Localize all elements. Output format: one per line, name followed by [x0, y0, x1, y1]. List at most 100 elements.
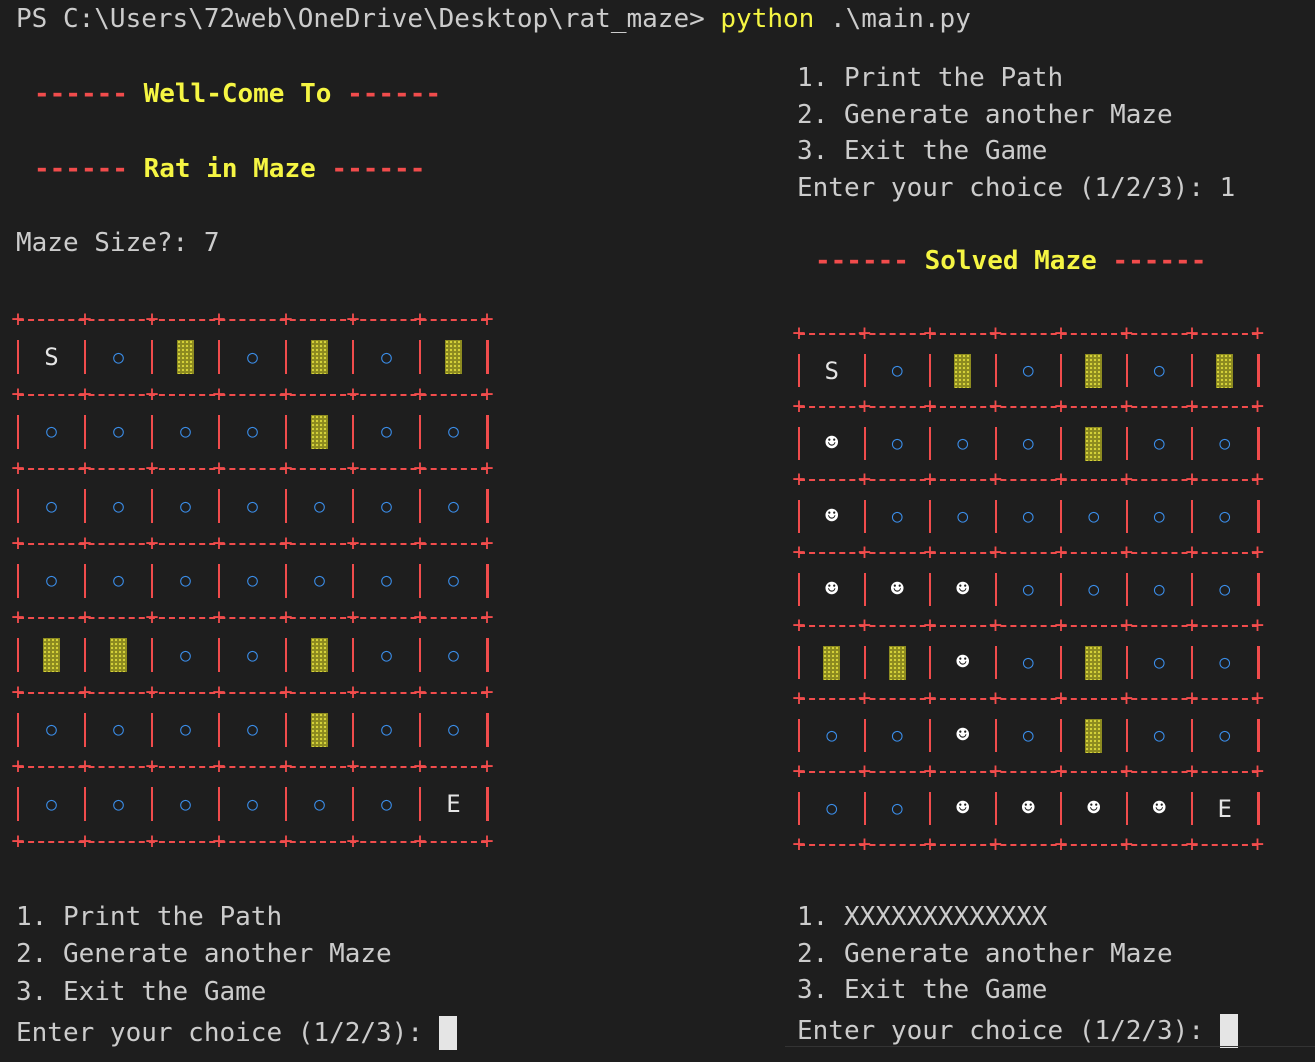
open-circle-icon: ○ [314, 570, 325, 592]
open-circle-icon: ○ [46, 793, 57, 815]
maze-cell-open: ○ [1192, 626, 1258, 699]
maze-cell-open: ○ [286, 469, 353, 544]
maze-cell-open: ○ [18, 395, 85, 470]
choice-prompt-text: Enter your choice (1/2/3): [16, 1018, 439, 1048]
maze-cell-open: ○ [18, 469, 85, 544]
maze-cell-open: ○ [1127, 334, 1193, 407]
open-circle-icon: ○ [314, 495, 325, 517]
maze-cell-open: ○ [219, 693, 286, 768]
open-circle-icon: ○ [1022, 433, 1034, 454]
terminal-cursor [1219, 1014, 1238, 1048]
maze-cell-open: ○ [1127, 553, 1193, 626]
maze-cell-open: ○ [152, 767, 219, 842]
open-circle-icon: ○ [381, 346, 392, 368]
open-circle-icon: ○ [448, 495, 459, 517]
maze-cell-open: ○ [420, 693, 487, 768]
maze-cell-open: ○ [996, 407, 1062, 480]
choice-prompt: Enter your choice (1/2/3): [797, 1014, 1238, 1048]
open-circle-icon: ○ [1153, 652, 1165, 673]
maze-cell-wall [799, 626, 865, 699]
maze-cell-open: ○ [85, 320, 152, 395]
maze-cell-wall [420, 320, 487, 395]
open-circle-icon: ○ [113, 495, 124, 517]
open-circle-icon: ○ [1088, 506, 1100, 527]
maze-cell-open: ○ [1061, 553, 1127, 626]
wall-block-icon [1085, 718, 1103, 753]
maze-cell-open: ○ [18, 693, 85, 768]
title-banner: ------ Rat in Maze ------ [34, 156, 425, 182]
open-circle-icon: ○ [180, 495, 191, 517]
wall-block-icon [311, 340, 328, 375]
maze-cell-open: ○ [18, 544, 85, 619]
rat-path-icon: ☻ [825, 504, 839, 529]
prompt-args: .\main.py [814, 4, 971, 34]
open-circle-icon: ○ [381, 719, 392, 741]
maze-cell-path: ☻ [930, 553, 996, 626]
open-circle-icon: ○ [381, 570, 392, 592]
maze-cell-open: ○ [353, 693, 420, 768]
open-circle-icon: ○ [247, 793, 258, 815]
maze-cell-open: ○ [1192, 480, 1258, 553]
maze-cell-open: ○ [420, 544, 487, 619]
open-circle-icon: ○ [381, 644, 392, 666]
maze-cell-path: ☻ [930, 699, 996, 772]
open-circle-icon: ○ [448, 570, 459, 592]
open-circle-icon: ○ [1219, 433, 1231, 454]
wall-block-icon [823, 645, 841, 680]
rat-path-icon: ☻ [890, 577, 904, 602]
maze-cell-open: ○ [865, 699, 931, 772]
open-circle-icon: ○ [46, 495, 57, 517]
open-circle-icon: ○ [1153, 506, 1165, 527]
open-circle-icon: ○ [381, 421, 392, 443]
open-circle-icon: ○ [1219, 652, 1231, 673]
open-circle-icon: ○ [180, 793, 191, 815]
maze-cell-open: ○ [1127, 407, 1193, 480]
menu-item-print-path: 1. XXXXXXXXXXXXX [797, 902, 1048, 932]
open-circle-icon: ○ [1219, 579, 1231, 600]
wall-block-icon [1085, 426, 1103, 461]
open-circle-icon: ○ [1088, 579, 1100, 600]
wall-block-icon [311, 712, 328, 747]
wall-block-icon [1085, 645, 1103, 680]
banner-dashes: ------ [34, 79, 128, 109]
open-circle-icon: ○ [1219, 506, 1231, 527]
wall-block-icon [445, 340, 462, 375]
maze-cell-open: ○ [353, 320, 420, 395]
maze-cell-open: ○ [152, 544, 219, 619]
open-circle-icon: ○ [247, 570, 258, 592]
maze-cell-open: ○ [219, 544, 286, 619]
wall-block-icon [1085, 353, 1103, 388]
open-circle-icon: ○ [381, 793, 392, 815]
open-circle-icon: ○ [46, 421, 57, 443]
open-circle-icon: ○ [180, 644, 191, 666]
open-circle-icon: ○ [1153, 360, 1165, 381]
maze-cell-wall [1061, 626, 1127, 699]
open-circle-icon: ○ [1153, 433, 1165, 454]
open-circle-icon: ○ [1219, 725, 1231, 746]
open-circle-icon: ○ [448, 644, 459, 666]
maze-cell-open: ○ [152, 395, 219, 470]
maze-cell-open: ○ [85, 395, 152, 470]
maze-cell-open: ○ [996, 626, 1062, 699]
maze-cell-open: ○ [286, 767, 353, 842]
open-circle-icon: ○ [180, 421, 191, 443]
choice-prompt: Enter your choice (1/2/3): [16, 1016, 457, 1050]
maze-cell-open: ○ [85, 767, 152, 842]
prompt-command: python [720, 4, 815, 34]
choice-prompt-answered: Enter your choice (1/2/3): 1 [797, 173, 1236, 203]
menu-item-print-path: 1. Print the Path [797, 63, 1064, 93]
maze-cell-path: ☻ [930, 772, 996, 845]
maze-cell-open: ○ [353, 544, 420, 619]
maze-cell-open: ○ [865, 334, 931, 407]
open-circle-icon: ○ [247, 644, 258, 666]
menu-item-generate: 2. Generate another Maze [797, 100, 1173, 130]
rat-path-icon: ☻ [1021, 796, 1035, 821]
open-circle-icon: ○ [891, 506, 903, 527]
maze-cell-open: ○ [219, 618, 286, 693]
rat-path-icon: ☻ [1087, 796, 1101, 821]
open-circle-icon: ○ [891, 725, 903, 746]
open-circle-icon: ○ [1022, 506, 1034, 527]
open-circle-icon: ○ [46, 570, 57, 592]
maze-cell-wall [930, 334, 996, 407]
maze-cell-path: ☻ [1061, 772, 1127, 845]
